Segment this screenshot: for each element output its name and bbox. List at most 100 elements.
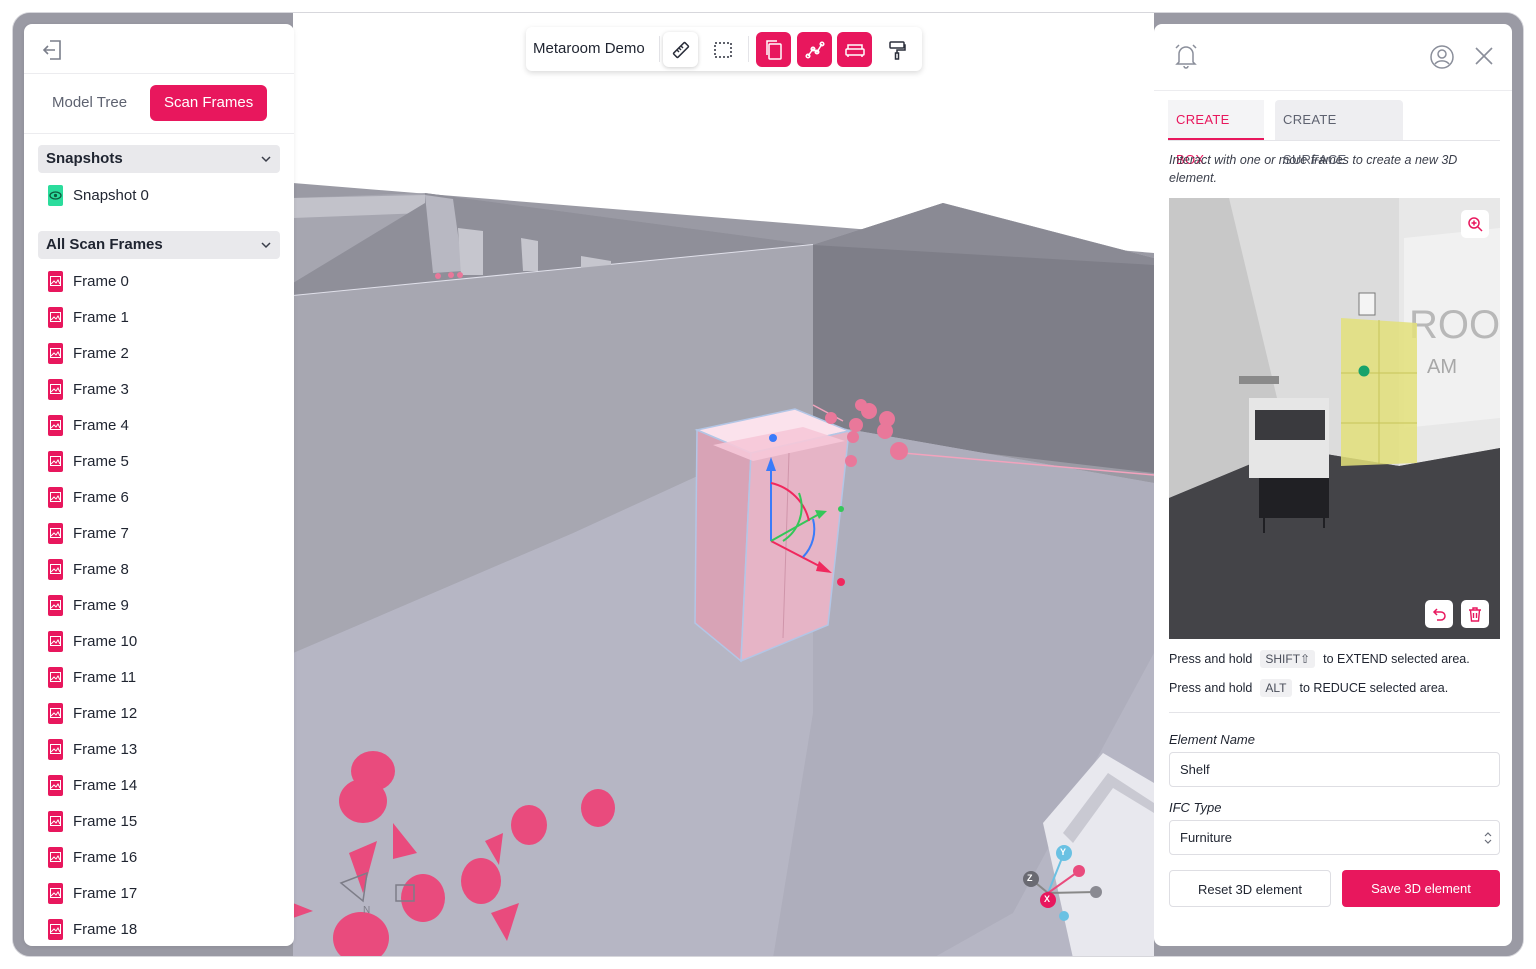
copy-frames-icon (765, 39, 782, 60)
frame-label: Frame 15 (73, 812, 138, 830)
frame-item[interactable]: Frame 3 (48, 377, 129, 401)
scan-frames-title: All Scan Frames (46, 236, 163, 253)
shortcut-reduce-prefix: Press and hold (1169, 681, 1253, 695)
snapshots-header[interactable]: Snapshots (38, 145, 280, 173)
svg-text:N: N (363, 905, 370, 916)
frame-item[interactable]: Frame 13 (48, 737, 137, 761)
image-icon (48, 558, 63, 580)
paint-button[interactable] (879, 32, 914, 67)
snapshots-title: Snapshots (46, 150, 123, 167)
close-icon[interactable] (1474, 46, 1494, 66)
top-toolbar: Metaroom Demo (526, 27, 922, 71)
svg-text:AM: AM (1427, 356, 1457, 378)
project-title: Metaroom Demo (533, 40, 645, 57)
axis-label-z: Z (1027, 873, 1033, 883)
image-icon (48, 306, 63, 328)
image-icon (48, 810, 63, 832)
frame-label: Frame 11 (73, 668, 137, 686)
bell-icon[interactable] (1173, 42, 1199, 70)
frame-label: Frame 12 (73, 704, 138, 722)
image-icon (48, 738, 63, 760)
left-panel-header (24, 24, 294, 74)
instruction-text: Interact with one or more frames to crea… (1169, 153, 1458, 185)
image-icon (48, 774, 63, 796)
frame-item[interactable]: Frame 5 (48, 449, 129, 473)
frame-item[interactable]: Frame 10 (48, 629, 137, 653)
element-name-label: Element Name (1169, 732, 1255, 747)
furniture-button[interactable] (837, 32, 872, 67)
axis-label-y: Y (1060, 847, 1067, 857)
image-icon (48, 882, 63, 904)
ifc-type-select[interactable]: Furniture (1169, 820, 1500, 855)
save-3d-element-button[interactable]: Save 3D element (1342, 870, 1500, 907)
tab-create-box[interactable]: CREATE BOX (1168, 100, 1264, 167)
chevron-down-icon (261, 242, 271, 249)
frame-label: Frame 8 (73, 560, 129, 578)
frame-item[interactable]: Frame 4 (48, 413, 129, 437)
frame-label: Frame 7 (73, 524, 129, 542)
frame-label: Frame 5 (73, 452, 129, 470)
divider (1169, 712, 1500, 713)
tab-model-tree[interactable]: Model Tree (38, 85, 141, 121)
polyline-icon (804, 40, 825, 59)
reset-3d-element-button[interactable]: Reset 3D element (1169, 870, 1331, 907)
ifc-type-value: Furniture (1180, 830, 1233, 845)
image-icon (48, 378, 63, 400)
zoom-in-button[interactable] (1461, 210, 1489, 238)
ruler-icon (672, 41, 689, 58)
image-icon (48, 702, 63, 724)
frame-item[interactable]: Frame 0 (48, 269, 129, 293)
snapshot-label: Snapshot 0 (73, 186, 149, 204)
frame-item[interactable]: Frame 1 (48, 305, 129, 329)
right-panel-header (1154, 24, 1512, 91)
polyline-button[interactable] (797, 32, 832, 67)
chevron-down-icon (261, 156, 271, 163)
image-icon (48, 342, 63, 364)
office-photo: ROO AM (1169, 198, 1500, 639)
frame-item[interactable]: Frame 12 (48, 701, 137, 725)
image-icon (48, 630, 63, 652)
frame-item[interactable]: Frame 14 (48, 773, 137, 797)
frame-item[interactable]: Frame 7 (48, 521, 129, 545)
select-area-button[interactable] (705, 32, 740, 67)
frame-item[interactable]: Frame 6 (48, 485, 129, 509)
frame-item[interactable]: Frame 16 (48, 845, 137, 869)
snapshot-item[interactable]: Snapshot 0 (48, 183, 149, 207)
undo-button[interactable] (1425, 600, 1453, 628)
axis-label-x: X (1044, 894, 1051, 904)
image-icon (48, 270, 63, 292)
frame-label: Frame 0 (73, 272, 129, 290)
frame-item[interactable]: Frame 2 (48, 341, 129, 365)
scan-frames-header[interactable]: All Scan Frames (38, 231, 280, 259)
frame-item[interactable]: Frame 17 (48, 881, 137, 905)
toolbar-divider (659, 36, 660, 62)
frame-item[interactable]: Frame 9 (48, 593, 129, 617)
selected-box[interactable] (694, 408, 852, 663)
frame-label: Frame 14 (73, 776, 138, 794)
shift-key: SHIFT⇧ (1260, 650, 1316, 668)
frame-label: Frame 9 (73, 596, 129, 614)
shortcut-reduce-suffix: to REDUCE selected area. (1299, 681, 1449, 695)
trash-icon (1469, 607, 1481, 622)
frame-item[interactable]: Frame 11 (48, 665, 136, 689)
exit-icon[interactable] (40, 38, 64, 62)
frame-label: Frame 3 (73, 380, 129, 398)
measure-button[interactable] (663, 32, 698, 67)
frame-item[interactable]: Frame 8 (48, 557, 129, 581)
select-area-icon (713, 41, 732, 58)
eye-icon[interactable] (48, 184, 63, 206)
tab-create-surface[interactable]: CREATE SURFACE (1275, 100, 1403, 167)
zoom-in-icon (1468, 217, 1483, 232)
frames-button[interactable] (756, 32, 791, 67)
user-icon[interactable] (1429, 44, 1455, 70)
frame-item[interactable]: Frame 15 (48, 809, 137, 833)
image-icon (48, 414, 63, 436)
frame-item[interactable]: Frame 18 (48, 917, 137, 941)
image-icon (48, 594, 63, 616)
element-name-input[interactable]: Shelf (1169, 752, 1500, 787)
scan-frame-image[interactable]: ROO AM (1169, 198, 1500, 639)
image-icon (48, 450, 63, 472)
delete-button[interactable] (1461, 600, 1489, 628)
tab-scan-frames[interactable]: Scan Frames (150, 85, 268, 121)
svg-text:ROO: ROO (1409, 303, 1500, 347)
